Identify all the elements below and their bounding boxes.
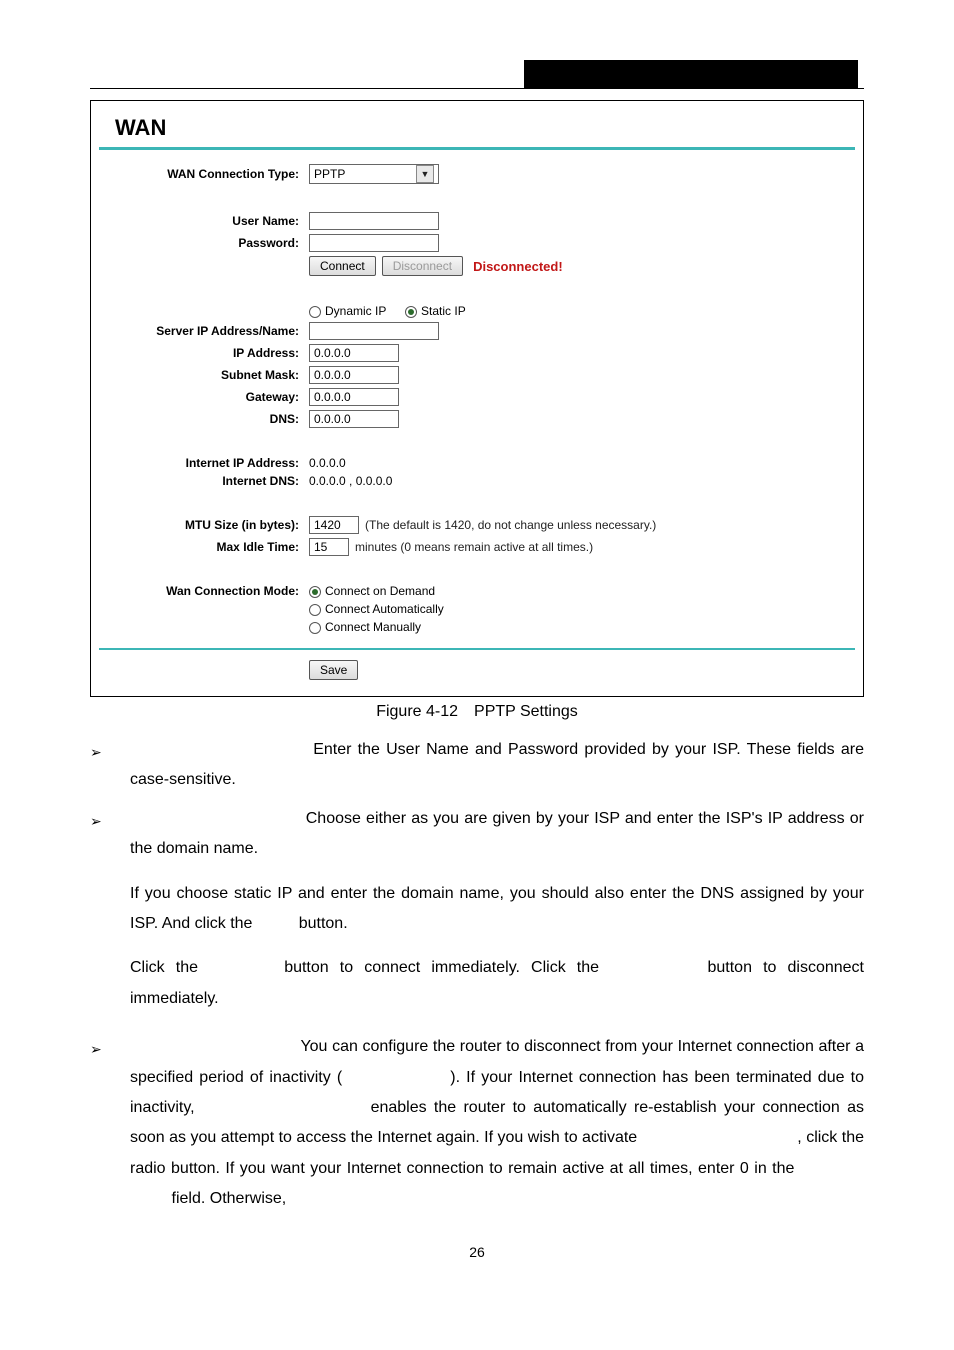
save-button[interactable]: Save	[309, 660, 358, 680]
bold-run: Connect	[209, 959, 273, 976]
figure-title: WAN	[115, 115, 855, 141]
hint-max-idle: minutes (0 means remain active at all ti…	[355, 540, 593, 554]
input-gateway[interactable]	[309, 388, 399, 406]
label-internet-ip: Internet IP Address:	[99, 456, 309, 470]
bold-lead: User Name/Password -	[130, 741, 313, 758]
label-internet-dns: Internet DNS:	[99, 474, 309, 488]
figure-wan-settings: WAN WAN Connection Type: PPTP ▼ User Nam…	[90, 100, 864, 697]
label-wan-connection-type: WAN Connection Type:	[99, 167, 309, 181]
radio-connect-manually-label: Connect Manually	[325, 620, 421, 634]
radio-static-ip-label: Static IP	[421, 304, 466, 318]
bold-lead: Dynamic IP/ Static IP -	[130, 810, 306, 827]
bullet-icon: ➢	[90, 735, 130, 766]
figure-caption: Figure 4-12 PPTP Settings	[90, 703, 864, 721]
header-black-bar	[524, 60, 864, 88]
bullet-item: ➢ Connect on Demand - You can configure …	[90, 1032, 864, 1214]
label-mtu-size: MTU Size (in bytes):	[99, 518, 309, 532]
connect-button[interactable]: Connect	[309, 256, 376, 276]
disconnect-button[interactable]: Disconnect	[382, 256, 463, 276]
radio-connect-on-demand[interactable]: Connect on Demand	[309, 584, 435, 598]
radio-static-ip[interactable]: Static IP	[405, 304, 466, 318]
bullet-item: ➢ User Name/Password - Enter the User Na…	[90, 735, 864, 796]
divider-teal-bottom	[99, 648, 855, 650]
bullet-item: ➢ Dynamic IP/ Static IP - Choose either …	[90, 804, 864, 865]
connection-status: Disconnected!	[473, 259, 563, 274]
input-mtu-size[interactable]	[309, 516, 359, 534]
bold-run: Connect on Demand	[202, 1099, 363, 1116]
select-wan-connection-type-value: PPTP	[314, 167, 345, 181]
paragraph: Click the Connect button to connect imme…	[130, 953, 864, 1014]
radio-connect-on-demand-label: Connect on Demand	[325, 584, 435, 598]
input-server-ip[interactable]	[309, 322, 439, 340]
text-run: field. Otherwise,	[167, 1190, 286, 1207]
select-wan-connection-type[interactable]: PPTP ▼	[309, 164, 439, 184]
label-user-name: User Name:	[99, 214, 309, 228]
radio-dynamic-ip-label: Dynamic IP	[325, 304, 386, 318]
radio-connect-manually[interactable]: Connect Manually	[309, 620, 421, 634]
input-max-idle[interactable]	[309, 538, 349, 556]
bullet-text: Dynamic IP/ Static IP - Choose either as…	[130, 804, 864, 865]
hint-mtu-size: (The default is 1420, do not change unle…	[365, 518, 656, 532]
bold-lead: Connect on Demand -	[130, 1038, 300, 1055]
value-internet-ip: 0.0.0.0	[309, 456, 346, 470]
header-underline	[90, 88, 864, 89]
radio-connect-automatically[interactable]: Connect Automatically	[309, 602, 444, 616]
bold-run: Max Idle Time	[342, 1069, 450, 1086]
input-subnet-mask[interactable]	[309, 366, 399, 384]
input-ip-address[interactable]	[309, 344, 399, 362]
text-run: If you choose static IP and enter the do…	[130, 885, 864, 932]
paragraph: If you choose static IP and enter the do…	[130, 879, 864, 940]
radio-connect-automatically-label: Connect Automatically	[325, 602, 444, 616]
label-gateway: Gateway:	[99, 390, 309, 404]
radio-dynamic-ip[interactable]: Dynamic IP	[309, 304, 386, 318]
label-server-ip: Server IP Address/Name:	[99, 324, 309, 338]
label-password: Password:	[99, 236, 309, 250]
bullet-icon: ➢	[90, 804, 130, 835]
label-ip-address: IP Address:	[99, 346, 309, 360]
label-wan-connection-mode: Wan Connection Mode:	[99, 584, 309, 598]
bold-run: Save	[257, 915, 294, 932]
label-dns: DNS:	[99, 412, 309, 426]
bullet-icon: ➢	[90, 1032, 130, 1063]
page-number: 26	[90, 1244, 864, 1260]
chevron-down-icon: ▼	[416, 165, 434, 183]
label-subnet-mask: Subnet Mask:	[99, 368, 309, 382]
text-run: button.	[294, 915, 347, 932]
bold-run: Connect on Demand	[642, 1129, 798, 1146]
value-internet-dns: 0.0.0.0 , 0.0.0.0	[309, 474, 392, 488]
bold-run: Disconnect	[610, 959, 696, 976]
text-run: button to connect immediately. Click the	[273, 959, 610, 976]
bullet-text: Connect on Demand - You can configure th…	[130, 1032, 864, 1214]
divider-teal-top	[99, 147, 855, 150]
input-dns[interactable]	[309, 410, 399, 428]
input-password[interactable]	[309, 234, 439, 252]
text-run: Click the	[130, 959, 209, 976]
bullet-text: User Name/Password - Enter the User Name…	[130, 735, 864, 796]
input-user-name[interactable]	[309, 212, 439, 230]
label-max-idle: Max Idle Time:	[99, 540, 309, 554]
document-body: ➢ User Name/Password - Enter the User Na…	[90, 735, 864, 1214]
